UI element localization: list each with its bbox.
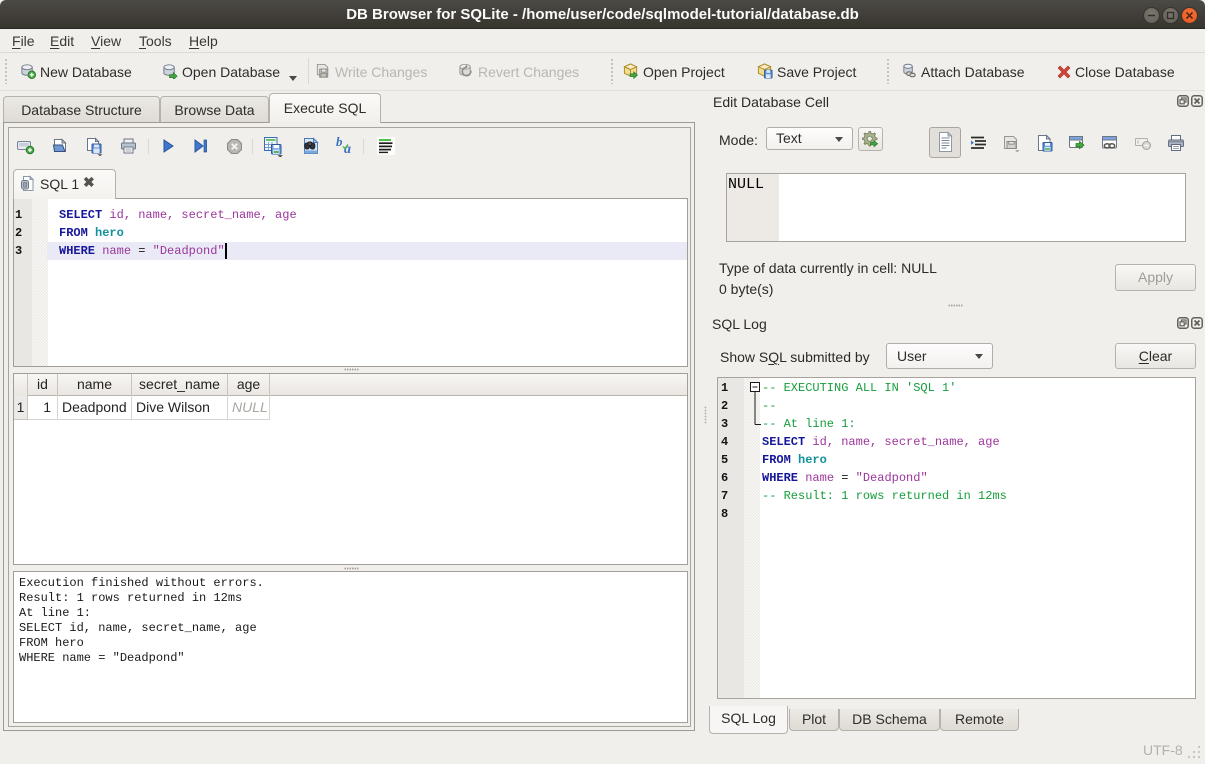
svg-text:b: b	[336, 136, 343, 149]
